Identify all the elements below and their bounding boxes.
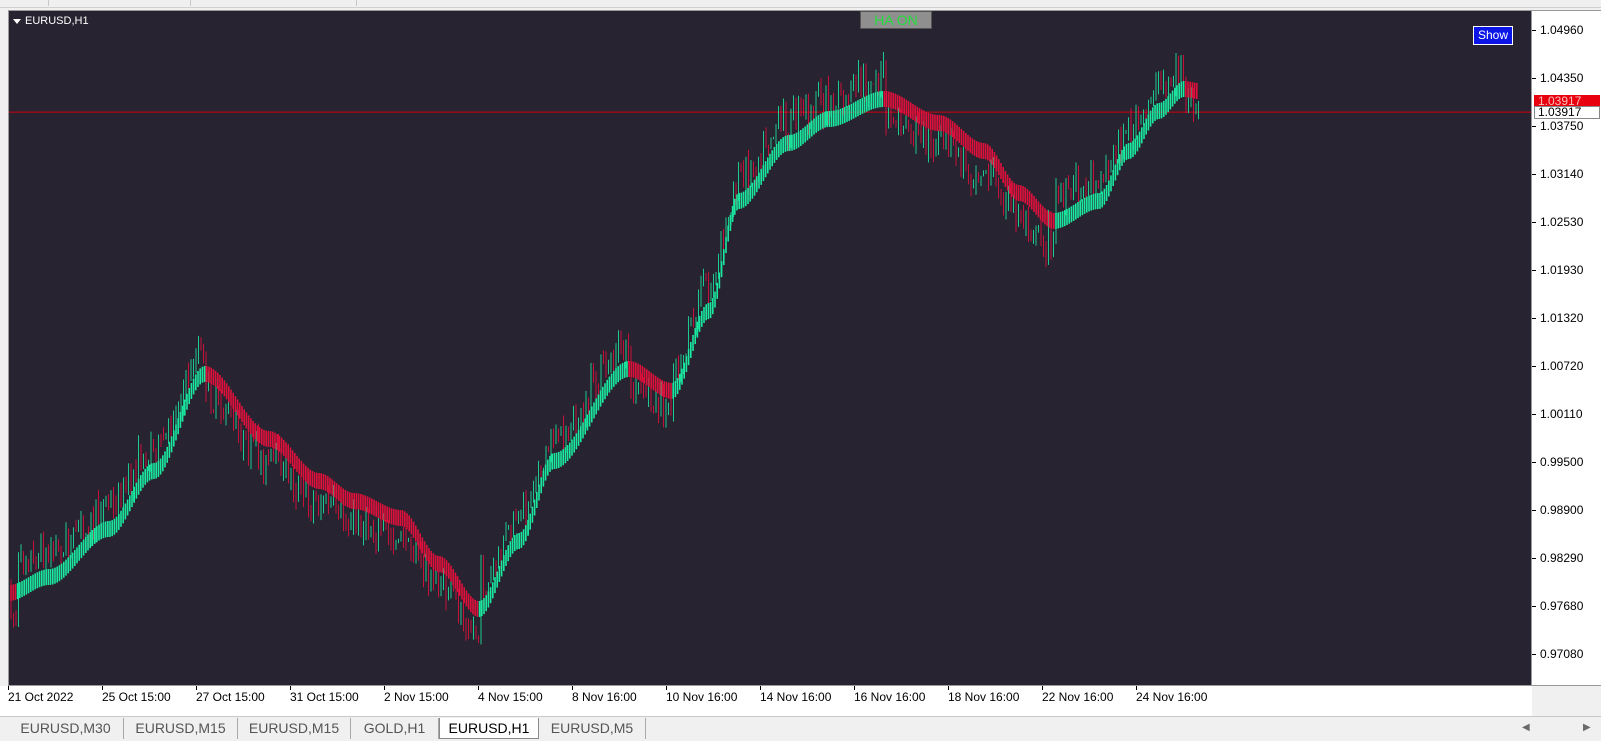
price-tick [1532, 366, 1536, 367]
time-label: 31 Oct 15:00 [290, 690, 359, 704]
ha-toggle-button[interactable]: HA ON [860, 11, 932, 29]
current-price-tag: 1.03917 [1534, 106, 1600, 119]
chart-window: EURUSD,H1 HA ON Show 1.04960 1.04350 1.037… [0, 0, 1601, 716]
price-level-label: 1.01930 [1540, 263, 1584, 277]
price-tick [1532, 654, 1536, 655]
price-tick [1532, 30, 1536, 31]
price-level-label: 0.97680 [1540, 599, 1584, 613]
price-tick [1532, 174, 1536, 175]
tab-eurusd-m5[interactable]: EURUSD,M5 [539, 718, 646, 739]
price-chart [9, 52, 1531, 645]
time-label: 16 Nov 16:00 [854, 690, 926, 704]
tab-eurusd-m15[interactable]: EURUSD,M15 [238, 718, 351, 739]
price-tick [1532, 270, 1536, 271]
price-tick [1532, 414, 1536, 415]
price-axis[interactable]: 1.04960 1.04350 1.03750 1.03140 1.02530 1.019… [1532, 10, 1601, 686]
toolbar-segment [0, 0, 49, 6]
price-level-label: 0.97080 [1540, 647, 1584, 661]
dropdown-triangle-icon[interactable] [13, 18, 21, 24]
time-label: 24 Nov 16:00 [1136, 690, 1208, 704]
toolbar-segment [48, 0, 191, 6]
tab-eurusd-m15[interactable]: EURUSD,M15 [124, 718, 238, 739]
toolbar-strip [0, 0, 1601, 8]
price-tick [1532, 462, 1536, 463]
price-tick [1532, 318, 1536, 319]
chart-plot-area[interactable]: EURUSD,H1 HA ON Show [8, 10, 1532, 686]
symbol-text: EURUSD,H1 [25, 15, 89, 27]
price-tick [1532, 510, 1536, 511]
tab-eurusd-h1[interactable]: EURUSD,H1 [439, 718, 539, 739]
tab-gold-h1[interactable]: GOLD,H1 [351, 718, 439, 739]
price-level-label: 1.00110 [1540, 407, 1583, 421]
time-label: 21 Oct 2022 [8, 690, 74, 704]
scroll-left-icon[interactable]: ◀ [1522, 722, 1530, 733]
time-label: 10 Nov 16:00 [666, 690, 738, 704]
time-label: 8 Nov 16:00 [572, 690, 637, 704]
price-level-label: 1.00720 [1540, 359, 1584, 373]
price-tick [1532, 222, 1536, 223]
price-level-label: 1.02530 [1540, 215, 1584, 229]
price-level-label: 0.99500 [1540, 455, 1584, 469]
time-label: 27 Oct 15:00 [196, 690, 265, 704]
time-label: 14 Nov 16:00 [760, 690, 832, 704]
symbol-label[interactable]: EURUSD,H1 [13, 15, 89, 27]
price-level-label: 1.04350 [1540, 71, 1584, 85]
price-level-label: 1.01320 [1540, 311, 1584, 325]
price-level-label: 1.03140 [1540, 167, 1584, 181]
price-level-label: 1.03750 [1540, 119, 1584, 133]
time-axis[interactable]: 21 Oct 2022 25 Oct 15:00 27 Oct 15:00 31 Oc… [0, 686, 1532, 716]
tab-eurusd-m30[interactable]: EURUSD,M30 [8, 718, 124, 739]
price-level-label: 1.04960 [1540, 23, 1584, 37]
price-tick [1532, 558, 1536, 559]
price-tick [1532, 606, 1536, 607]
toolbar-segment [190, 0, 357, 6]
scroll-right-icon[interactable]: ▶ [1583, 722, 1591, 733]
time-label: 2 Nov 15:00 [384, 690, 449, 704]
price-level-label: 0.98900 [1540, 503, 1584, 517]
time-label: 18 Nov 16:00 [948, 690, 1020, 704]
time-label: 25 Oct 15:00 [102, 690, 171, 704]
show-button[interactable]: Show [1473, 26, 1513, 45]
time-label: 22 Nov 16:00 [1042, 690, 1114, 704]
chart-tab-bar: EURUSD,M30 EURUSD,M15 EURUSD,M15 GOLD,H1 EUR… [0, 716, 1601, 741]
price-tick [1532, 126, 1536, 127]
time-label: 4 Nov 15:00 [478, 690, 543, 704]
price-tick [1532, 78, 1536, 79]
price-level-label: 0.98290 [1540, 551, 1584, 565]
